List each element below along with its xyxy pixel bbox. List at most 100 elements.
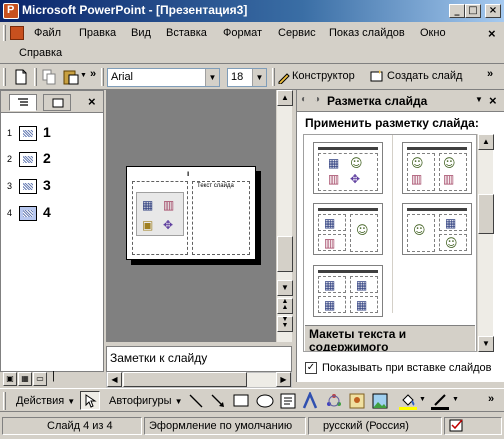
menu-view[interactable]: Вид	[126, 24, 156, 42]
actions-menu[interactable]: Действия ▼	[16, 395, 75, 407]
layout-title-four-content[interactable]: ▦ ▦ ▦ ▦	[313, 265, 383, 317]
powerpoint-app-icon[interactable]	[3, 3, 19, 19]
picture-icon[interactable]: ▣	[142, 219, 153, 231]
content-icons: ▦ ▥ ▣ ✥	[136, 192, 184, 236]
current-slide[interactable]: ı ▦ ▥ ▣ ✥ Текст слайда	[126, 166, 256, 260]
diagram-icon[interactable]: ✥	[163, 219, 173, 231]
paste-icon[interactable]	[62, 68, 80, 86]
toolbar-grip[interactable]	[3, 68, 6, 86]
table-icon[interactable]: ▦	[142, 199, 153, 211]
menu-file[interactable]: Файл	[29, 24, 66, 42]
diagram-icon[interactable]	[326, 393, 342, 409]
slide-editing-area[interactable]: ı ▦ ▥ ▣ ✥ Текст слайда ▲ ▼ ▲ ▲ ▼ ▼	[106, 90, 293, 342]
chevron-down-icon[interactable]: ▼	[475, 95, 483, 104]
toolbar-grip-2[interactable]	[101, 68, 104, 86]
font-name-combo[interactable]: Arial ▼	[107, 68, 220, 87]
previous-slide-button[interactable]: ▲ ▲	[277, 298, 293, 314]
chevron-down-icon[interactable]: ▼	[452, 396, 459, 403]
tab-slides[interactable]	[43, 94, 71, 111]
task-pane-title[interactable]: Разметка слайда	[327, 94, 427, 108]
chevron-down-icon[interactable]: ▼	[252, 69, 266, 86]
clipart-icon: ☺	[350, 156, 363, 170]
picture-icon[interactable]	[372, 393, 388, 409]
scroll-down-button[interactable]: ▼	[478, 336, 494, 352]
menu-window[interactable]: Окно	[415, 24, 451, 42]
copy-icon[interactable]	[40, 68, 58, 86]
clipart-icon[interactable]	[349, 393, 365, 409]
forward-icon[interactable]: ◑	[314, 94, 320, 105]
menu-edit[interactable]: Правка	[74, 24, 121, 42]
rectangle-icon[interactable]	[233, 394, 249, 408]
font-size-value: 18	[231, 71, 244, 83]
text-placeholder[interactable]: Текст слайда	[192, 181, 250, 255]
status-spelling[interactable]	[444, 417, 502, 435]
select-objects-button[interactable]	[80, 391, 100, 410]
status-language[interactable]: русский (Россия)	[308, 417, 442, 435]
textbox-icon[interactable]	[280, 393, 296, 409]
outline-slide-3[interactable]: 3 3	[7, 177, 97, 199]
toolbar-overflow-icon[interactable]: »	[90, 68, 96, 80]
line-color-icon[interactable]	[432, 392, 448, 408]
toolbar-overflow-icon[interactable]: »	[487, 68, 493, 80]
menu-format[interactable]: Формат	[218, 24, 267, 42]
close-document-icon[interactable]: ×	[488, 26, 496, 41]
content-placeholder[interactable]: ▦ ▥ ▣ ✥	[132, 181, 188, 255]
show-on-insert-checkbox[interactable]: ✓	[305, 362, 317, 374]
designer-button[interactable]: Конструктор	[292, 70, 355, 82]
chart-icon[interactable]: ▥	[163, 199, 174, 211]
menubar-grip[interactable]	[3, 25, 6, 41]
tab-outline[interactable]	[9, 94, 37, 111]
minimize-button[interactable]: _	[449, 4, 465, 18]
layout-title-2x2-b[interactable]: ☺ ▦ ☺	[402, 203, 472, 255]
outline-slide-2[interactable]: 2 2	[7, 150, 97, 172]
outline-slide-4[interactable]: 4 4	[7, 204, 97, 226]
chevron-down-icon[interactable]: ▼	[419, 396, 426, 403]
document-icon[interactable]	[10, 26, 24, 40]
menu-slideshow[interactable]: Показ слайдов	[324, 24, 410, 42]
new-slide-button[interactable]: Создать слайд	[387, 70, 462, 82]
show-on-insert-label[interactable]: Показывать при вставке слайдов	[322, 362, 492, 374]
menu-insert[interactable]: Вставка	[161, 24, 212, 42]
slideshow-view-button[interactable]: ▭	[33, 372, 47, 386]
line-icon[interactable]	[188, 393, 204, 409]
close-pane-icon[interactable]: ×	[489, 93, 497, 108]
slide-vertical-scrollbar[interactable]: ▲ ▼ ▲ ▲ ▼ ▼	[276, 90, 293, 342]
close-pane-icon[interactable]: ×	[88, 94, 96, 109]
notes-pane[interactable]: Заметки к слайду	[106, 346, 292, 372]
scroll-up-button[interactable]: ▲	[478, 134, 494, 150]
menu-tools[interactable]: Сервис	[273, 24, 321, 42]
chevron-down-icon[interactable]: ▼	[205, 69, 219, 86]
normal-view-button[interactable]: ▣	[3, 372, 17, 386]
layout-title-2x2-a[interactable]: ▦ ▥ ☺	[313, 203, 383, 255]
close-button[interactable]: ×	[485, 4, 501, 18]
font-size-combo[interactable]: 18 ▼	[227, 68, 267, 87]
new-document-icon[interactable]	[12, 68, 30, 86]
task-pane-scrollbar[interactable]: ▲ ▼	[477, 134, 494, 352]
wordart-icon[interactable]	[302, 392, 318, 410]
scroll-thumb[interactable]	[277, 236, 293, 272]
autoshapes-menu[interactable]: Автофигуры ▼	[109, 395, 183, 407]
menu-help[interactable]: Справка	[14, 44, 67, 62]
scroll-up-button[interactable]: ▲	[277, 90, 293, 106]
fill-color-icon[interactable]	[400, 392, 416, 408]
layout-title-content-2x2[interactable]: ☺ ☺ ▥ ▥	[402, 142, 472, 194]
scroll-thumb[interactable]	[478, 194, 494, 234]
title-placeholder[interactable]: ı	[187, 169, 189, 178]
arrow-icon[interactable]	[210, 393, 226, 409]
scroll-down-button[interactable]: ▼	[277, 280, 293, 296]
apply-layout-label: Применить разметку слайда:	[305, 116, 479, 130]
notes-placeholder: Заметки к слайду	[110, 351, 208, 365]
maximize-button[interactable]: □	[465, 4, 481, 18]
toolbar-grip[interactable]	[3, 392, 6, 410]
table-icon: ▦	[324, 278, 336, 292]
layout-title-table-chart[interactable]: ▦ ▥ ☺ ✥	[313, 142, 383, 194]
back-icon[interactable]: ◐	[301, 94, 307, 105]
toolbar-overflow-icon[interactable]: »	[488, 393, 494, 405]
paste-dropdown-icon[interactable]: ▼	[80, 72, 87, 79]
slide-sorter-view-button[interactable]: ▦	[18, 372, 32, 386]
next-slide-button[interactable]: ▼ ▼	[277, 316, 293, 332]
oval-icon[interactable]	[256, 394, 274, 408]
outline-slide-1[interactable]: 1 1	[7, 124, 97, 146]
design-icon	[278, 73, 290, 84]
slide-number: 2	[7, 154, 13, 164]
